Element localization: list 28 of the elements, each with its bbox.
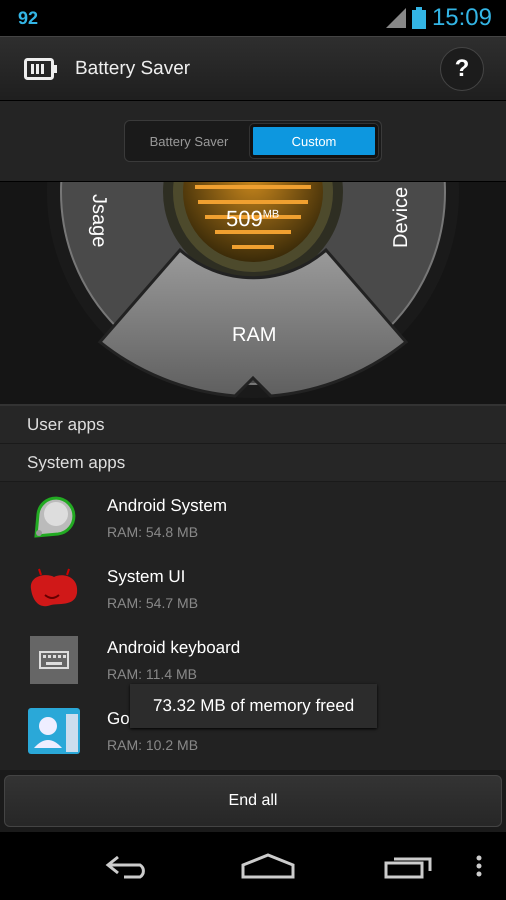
app-name: System UI	[107, 566, 186, 586]
section-header[interactable]: System apps	[0, 444, 506, 482]
mode-option[interactable]: Battery Saver	[128, 124, 250, 158]
battery-icon	[412, 7, 426, 29]
home-icon[interactable]	[240, 853, 295, 879]
app-ram-usage: RAM: 11.4 MB	[107, 666, 198, 682]
device-label[interactable]: Device	[390, 186, 413, 248]
contact-card-icon	[27, 708, 81, 754]
battery-icon	[24, 58, 58, 80]
notification-count: 92	[18, 8, 38, 28]
ram-value: 509$^{MB}$	[226, 206, 280, 232]
help-button[interactable]: ?	[440, 46, 484, 90]
app-ram-usage: RAM: 54.8 MB	[107, 524, 200, 540]
app-ram-usage: RAM: 10.2 MB	[107, 736, 198, 752]
app-title: Battery Saver	[75, 58, 192, 80]
keyboard-icon	[27, 636, 81, 684]
menu-icon[interactable]	[476, 855, 482, 877]
app-name: Android keyboard	[107, 638, 240, 658]
clock: 15:09	[432, 4, 492, 32]
app-name: Android System	[107, 496, 227, 516]
end-all-button[interactable]: End all	[4, 775, 502, 827]
ram-label[interactable]: RAM	[232, 324, 276, 347]
app-ram-usage: RAM: 54.7 MB	[107, 594, 198, 610]
section-header[interactable]: User apps	[0, 406, 506, 444]
toast-message: 73.32 MB of memory freed	[130, 684, 378, 728]
signal-icon	[386, 8, 406, 28]
app-name: Go	[107, 708, 131, 728]
usage-label[interactable]: Jsage	[87, 194, 110, 248]
